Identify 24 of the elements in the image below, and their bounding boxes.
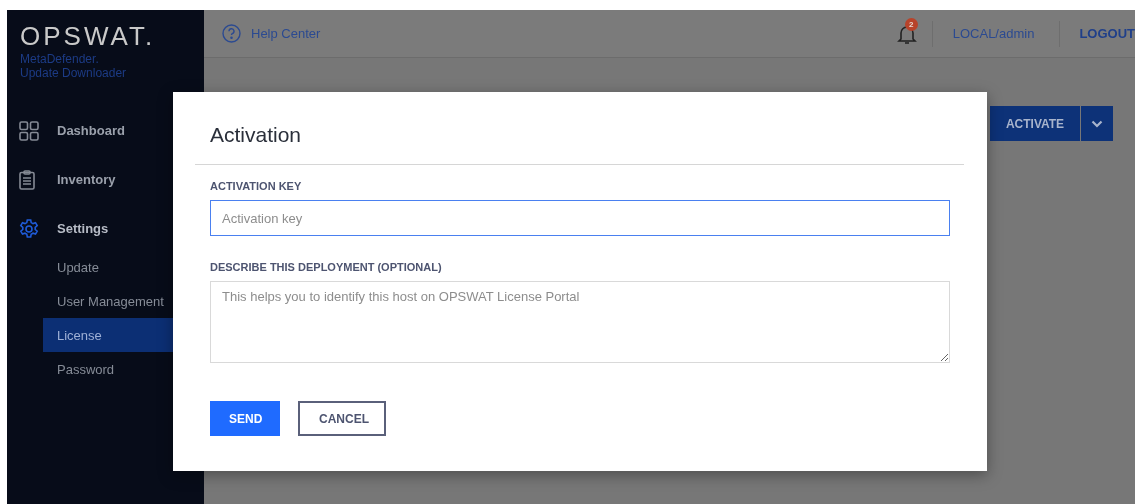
field-label: ACTIVATION KEY <box>210 180 302 192</box>
nav-label: Dashboard <box>57 123 125 138</box>
nav-item[interactable]: Settings <box>7 204 204 253</box>
activation-key-field[interactable]: Activation key <box>210 200 950 236</box>
help-icon <box>222 24 241 43</box>
send-button[interactable]: SEND <box>210 401 280 436</box>
dropdown-button[interactable] <box>1081 106 1113 141</box>
activate-button[interactable]: ACTIVATE <box>990 106 1080 141</box>
dialog-title: Activation <box>209 122 303 148</box>
caret-icon <box>1091 119 1103 128</box>
nav-item[interactable]: Dashboard <box>7 106 204 155</box>
product-name: MetaDefender. <box>20 52 99 66</box>
nav-label: Settings <box>57 221 109 236</box>
settings-icon <box>19 218 39 239</box>
field-label: DESCRIBE THIS DEPLOYMENT (OPTIONAL) <box>210 261 442 273</box>
description-field[interactable]: This helps you to identify this host on OPSWAT License Portal <box>210 281 950 363</box>
cancel-button[interactable]: CANCEL <box>298 401 386 436</box>
notification-badge: 2 <box>904 17 918 31</box>
grid-icon <box>19 120 39 141</box>
clipboard-icon <box>19 169 35 190</box>
product-name: Update Downloader <box>20 66 127 80</box>
logo-text: OPSWAT. <box>19 20 156 52</box>
nav-label: Inventory <box>57 172 116 187</box>
nav-item[interactable]: Inventory <box>7 155 204 204</box>
